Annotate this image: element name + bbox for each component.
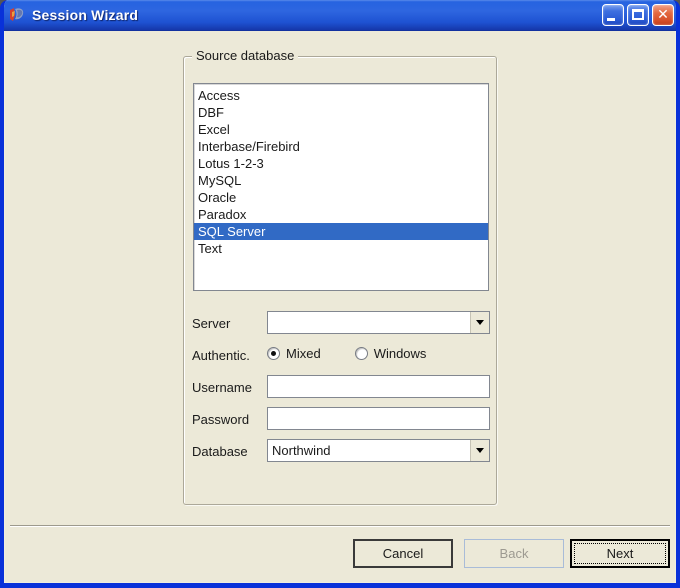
- list-item[interactable]: MySQL: [194, 172, 488, 189]
- list-item[interactable]: Access: [194, 87, 488, 104]
- app-icon: [10, 7, 24, 21]
- source-database-label: Source database: [192, 48, 299, 63]
- server-combobox[interactable]: [267, 311, 490, 334]
- list-item[interactable]: Interbase/Firebird: [194, 138, 488, 155]
- back-button: Back: [464, 539, 564, 568]
- maximize-icon: [632, 8, 644, 20]
- list-item[interactable]: DBF: [194, 104, 488, 121]
- database-label: Database: [192, 444, 248, 459]
- footer-separator: [10, 525, 670, 527]
- chevron-down-icon: [476, 320, 484, 325]
- authentication-label: Authentic.: [192, 348, 250, 363]
- server-label: Server: [192, 316, 231, 331]
- radio-label-mixed: Mixed: [286, 346, 321, 361]
- cancel-button[interactable]: Cancel: [353, 539, 453, 568]
- minimize-icon: [607, 17, 615, 21]
- close-button[interactable]: ✕: [652, 3, 674, 26]
- radio-unchecked-icon[interactable]: [354, 347, 368, 360]
- titlebar[interactable]: Session Wizard ✕: [4, 0, 676, 31]
- session-wizard-window: Session Wizard ✕ Source database Access …: [0, 0, 680, 588]
- radio-label-windows: Windows: [373, 346, 427, 361]
- database-combobox-value: Northwind: [272, 443, 331, 458]
- database-type-listbox[interactable]: Access DBF Excel Interbase/Firebird Lotu…: [193, 83, 489, 291]
- radio-option-windows[interactable]: Windows: [354, 346, 427, 361]
- server-dropdown-button[interactable]: [470, 312, 489, 333]
- username-input[interactable]: [267, 375, 490, 398]
- list-item[interactable]: Paradox: [194, 206, 488, 223]
- username-label: Username: [192, 380, 252, 395]
- list-item-selected[interactable]: SQL Server: [194, 223, 488, 240]
- minimize-button[interactable]: [602, 3, 624, 26]
- window-title: Session Wizard: [32, 6, 139, 23]
- server-combobox-value: [268, 312, 470, 333]
- radio-option-mixed[interactable]: Mixed: [267, 346, 321, 361]
- database-combobox[interactable]: Northwind: [267, 439, 490, 462]
- list-item[interactable]: Text: [194, 240, 488, 257]
- password-label: Password: [192, 412, 250, 427]
- source-database-groupbox: Source database Access DBF Excel Interba…: [183, 48, 497, 505]
- maximize-button[interactable]: [627, 3, 649, 26]
- authentication-radio-group: Mixed Windows: [267, 346, 426, 361]
- next-button[interactable]: Next: [570, 539, 670, 568]
- list-item[interactable]: Lotus 1-2-3: [194, 155, 488, 172]
- client-area: Source database Access DBF Excel Interba…: [4, 31, 676, 583]
- radio-checked-icon[interactable]: [267, 347, 280, 360]
- database-dropdown-button[interactable]: [470, 440, 489, 461]
- close-icon: ✕: [657, 6, 669, 23]
- list-item[interactable]: Oracle: [194, 189, 488, 206]
- chevron-down-icon: [476, 448, 484, 453]
- password-input[interactable]: [267, 407, 490, 430]
- list-item[interactable]: Excel: [194, 121, 488, 138]
